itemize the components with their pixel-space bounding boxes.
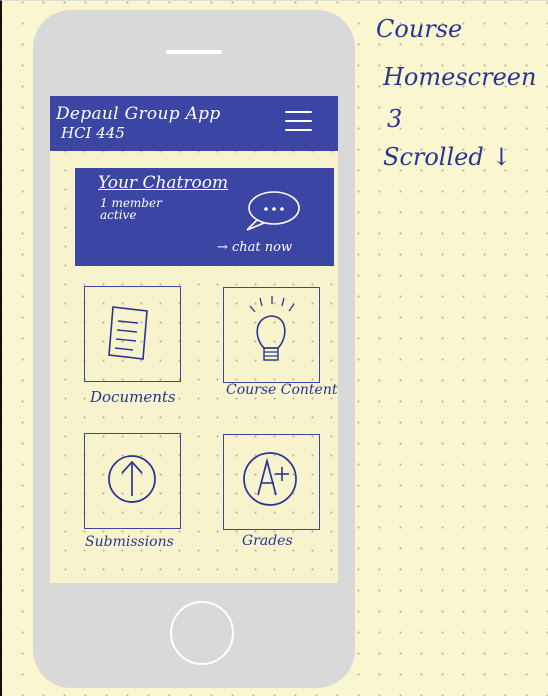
grade-a-plus-icon bbox=[243, 452, 297, 506]
app-header: Depaul Group App HCI 445 bbox=[50, 96, 338, 151]
note-line-3: 3 bbox=[387, 105, 403, 133]
documents-tile[interactable] bbox=[84, 286, 181, 382]
course-content-tile[interactable] bbox=[223, 287, 320, 383]
app-title: Depaul Group App bbox=[56, 104, 221, 124]
chat-now-link[interactable]: → chat now bbox=[217, 240, 292, 255]
document-icon bbox=[108, 306, 148, 360]
chatroom-title: Your Chatroom bbox=[98, 173, 229, 193]
note-line-1: Course bbox=[376, 15, 463, 43]
sketch-page: Depaul Group App HCI 445 Your Chatroom 1… bbox=[0, 0, 548, 696]
grades-label: Grades bbox=[242, 533, 293, 549]
submissions-label: Submissions bbox=[85, 534, 174, 550]
phone-frame: Depaul Group App HCI 445 Your Chatroom 1… bbox=[33, 10, 355, 688]
upload-arrow-icon bbox=[108, 455, 156, 503]
course-content-label: Course Content bbox=[226, 382, 338, 398]
home-button[interactable] bbox=[170, 601, 234, 665]
note-line-4: Scrolled ↓ bbox=[383, 143, 512, 171]
chatroom-card[interactable]: Your Chatroom 1 member active → chat now bbox=[75, 168, 334, 266]
hamburger-menu-icon[interactable] bbox=[285, 111, 312, 133]
chat-bubble-icon bbox=[246, 191, 300, 231]
note-line-2: Homescreen bbox=[383, 63, 537, 91]
chatroom-members: 1 member active bbox=[100, 196, 162, 222]
grades-tile[interactable] bbox=[223, 434, 320, 530]
phone-screen: Depaul Group App HCI 445 Your Chatroom 1… bbox=[50, 96, 338, 583]
documents-label: Documents bbox=[90, 388, 176, 406]
course-code: HCI 445 bbox=[61, 124, 125, 142]
phone-speaker bbox=[166, 50, 222, 54]
submissions-tile[interactable] bbox=[84, 433, 181, 529]
lightbulb-icon bbox=[249, 296, 295, 361]
